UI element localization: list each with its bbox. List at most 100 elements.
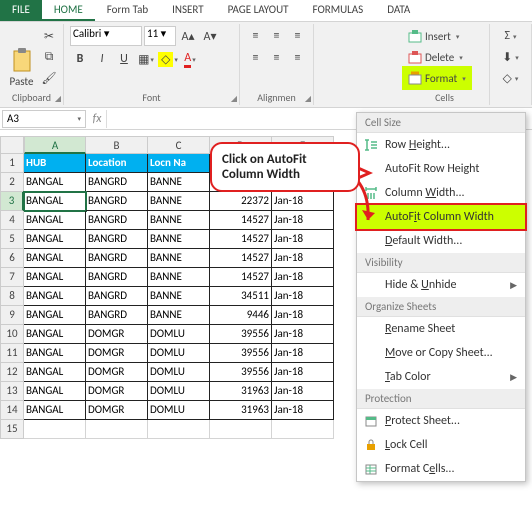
row-header[interactable]: 12 — [0, 363, 24, 382]
data-cell[interactable]: BANNE — [148, 192, 210, 211]
data-cell[interactable]: BANNE — [148, 249, 210, 268]
menu-protect-sheet[interactable]: Protect Sheet... — [357, 409, 525, 433]
menu-row-height[interactable]: Row Height... — [357, 133, 525, 157]
font-name-select[interactable]: Calibri ▾ — [70, 26, 142, 46]
data-cell[interactable]: DOMGR — [86, 363, 148, 382]
align-middle-button[interactable]: ≡ — [267, 26, 286, 46]
row-header[interactable]: 14 — [0, 401, 24, 420]
decrease-font-button[interactable]: A▾ — [200, 26, 220, 46]
data-cell[interactable]: Jan-18 — [272, 287, 334, 306]
data-cell[interactable]: BANGAL — [24, 344, 86, 363]
data-cell[interactable] — [86, 420, 148, 439]
data-cell[interactable]: Jan-18 — [272, 211, 334, 230]
fill-color-button[interactable]: ◇ — [158, 49, 178, 69]
data-cell[interactable]: BANNE — [148, 230, 210, 249]
data-cell[interactable]: 14527 — [210, 230, 272, 249]
row-header[interactable]: 13 — [0, 382, 24, 401]
bold-button[interactable]: B — [70, 49, 90, 69]
data-cell[interactable]: DOMGR — [86, 382, 148, 401]
data-cell[interactable]: 31963 — [210, 401, 272, 420]
data-cell[interactable] — [24, 420, 86, 439]
menu-move-copy-sheet[interactable]: Move or Copy Sheet... — [357, 341, 525, 365]
data-cell[interactable]: BANGAL — [24, 382, 86, 401]
data-cell[interactable]: BANGRD — [86, 268, 148, 287]
border-button[interactable]: ▦ — [136, 49, 156, 69]
autosum-button[interactable]: Σ — [496, 26, 525, 46]
data-cell[interactable]: DOMLU — [148, 401, 210, 420]
data-cell[interactable]: BANNE — [148, 268, 210, 287]
data-cell[interactable]: 22372 — [210, 192, 272, 211]
data-cell[interactable]: BANGAL — [24, 230, 86, 249]
row-header[interactable]: 8 — [0, 287, 24, 306]
tab-file[interactable]: FILE — [0, 0, 42, 21]
increase-font-button[interactable]: A▴ — [178, 26, 198, 46]
data-cell[interactable] — [272, 420, 334, 439]
data-cell[interactable]: BANGAL — [24, 249, 86, 268]
menu-tab-color[interactable]: Tab Color▶ — [357, 365, 525, 389]
data-cell[interactable]: BANNE — [148, 306, 210, 325]
data-cell[interactable]: Jan-18 — [272, 306, 334, 325]
data-cell[interactable]: BANNE — [148, 287, 210, 306]
data-cell[interactable] — [210, 420, 272, 439]
data-cell[interactable]: Jan-18 — [272, 249, 334, 268]
copy-button[interactable]: ⧉ — [39, 47, 59, 67]
data-cell[interactable]: Jan-18 — [272, 325, 334, 344]
fx-button[interactable]: fx — [88, 112, 106, 126]
data-cell[interactable]: 14527 — [210, 211, 272, 230]
align-bottom-button[interactable]: ≡ — [288, 26, 307, 46]
data-cell[interactable]: 39556 — [210, 344, 272, 363]
delete-cells-button[interactable]: Delete▾ — [404, 47, 470, 67]
italic-button[interactable]: I — [92, 49, 112, 69]
menu-rename-sheet[interactable]: Rename Sheet — [357, 317, 525, 341]
clipboard-dialog-launcher[interactable]: ◢ — [55, 94, 61, 104]
cut-button[interactable]: ✂ — [39, 26, 59, 46]
column-header-A[interactable]: A — [24, 136, 86, 154]
column-header-C[interactable]: C — [148, 136, 210, 154]
data-cell[interactable]: 39556 — [210, 363, 272, 382]
clear-button[interactable]: ◇ — [496, 68, 525, 88]
data-cell[interactable]: BANGRD — [86, 192, 148, 211]
menu-format-cells[interactable]: Format Cells... — [357, 457, 525, 481]
font-size-select[interactable]: 11 ▾ — [144, 26, 176, 46]
font-color-button[interactable]: A — [180, 49, 200, 69]
data-cell[interactable]: BANNE — [148, 211, 210, 230]
align-top-button[interactable]: ≡ — [246, 26, 265, 46]
data-cell[interactable]: BANGRD — [86, 230, 148, 249]
row-header[interactable]: 3 — [0, 192, 24, 211]
data-cell[interactable]: BANGAL — [24, 173, 86, 192]
data-cell[interactable]: 34511 — [210, 287, 272, 306]
data-cell[interactable]: BANGAL — [24, 211, 86, 230]
data-cell[interactable]: DOMGR — [86, 344, 148, 363]
data-cell[interactable]: Jan-18 — [272, 192, 334, 211]
menu-autofit-column-width[interactable]: AutoFit Column Width — [357, 205, 525, 229]
data-cell[interactable]: BANGRD — [86, 306, 148, 325]
data-cell[interactable]: BANGAL — [24, 192, 86, 211]
row-header[interactable]: 6 — [0, 249, 24, 268]
data-cell[interactable]: DOMLU — [148, 325, 210, 344]
data-cell[interactable]: Jan-18 — [272, 344, 334, 363]
data-cell[interactable]: Jan-18 — [272, 363, 334, 382]
format-painter-button[interactable]: 🖌 — [39, 68, 59, 88]
data-cell[interactable]: DOMGR — [86, 325, 148, 344]
row-header[interactable]: 7 — [0, 268, 24, 287]
tab-data[interactable]: DATA — [375, 0, 422, 21]
tab-formtab[interactable]: Form Tab — [95, 0, 160, 21]
row-header[interactable]: 5 — [0, 230, 24, 249]
data-cell[interactable]: BANGAL — [24, 325, 86, 344]
row-header[interactable]: 15 — [0, 420, 24, 439]
row-header[interactable]: 10 — [0, 325, 24, 344]
row-header[interactable]: 11 — [0, 344, 24, 363]
data-cell[interactable]: Jan-18 — [272, 382, 334, 401]
font-dialog-launcher[interactable]: ◢ — [231, 94, 237, 104]
header-cell[interactable]: Location — [86, 154, 148, 173]
data-cell[interactable] — [148, 420, 210, 439]
data-cell[interactable]: 14527 — [210, 249, 272, 268]
tab-insert[interactable]: INSERT — [160, 0, 216, 21]
data-cell[interactable]: 9446 — [210, 306, 272, 325]
data-cell[interactable]: Jan-18 — [272, 268, 334, 287]
data-cell[interactable]: BANGAL — [24, 363, 86, 382]
align-right-button[interactable]: ≡ — [288, 48, 307, 68]
align-left-button[interactable]: ≡ — [246, 48, 265, 68]
data-cell[interactable]: BANGAL — [24, 287, 86, 306]
data-cell[interactable]: BANGRD — [86, 211, 148, 230]
